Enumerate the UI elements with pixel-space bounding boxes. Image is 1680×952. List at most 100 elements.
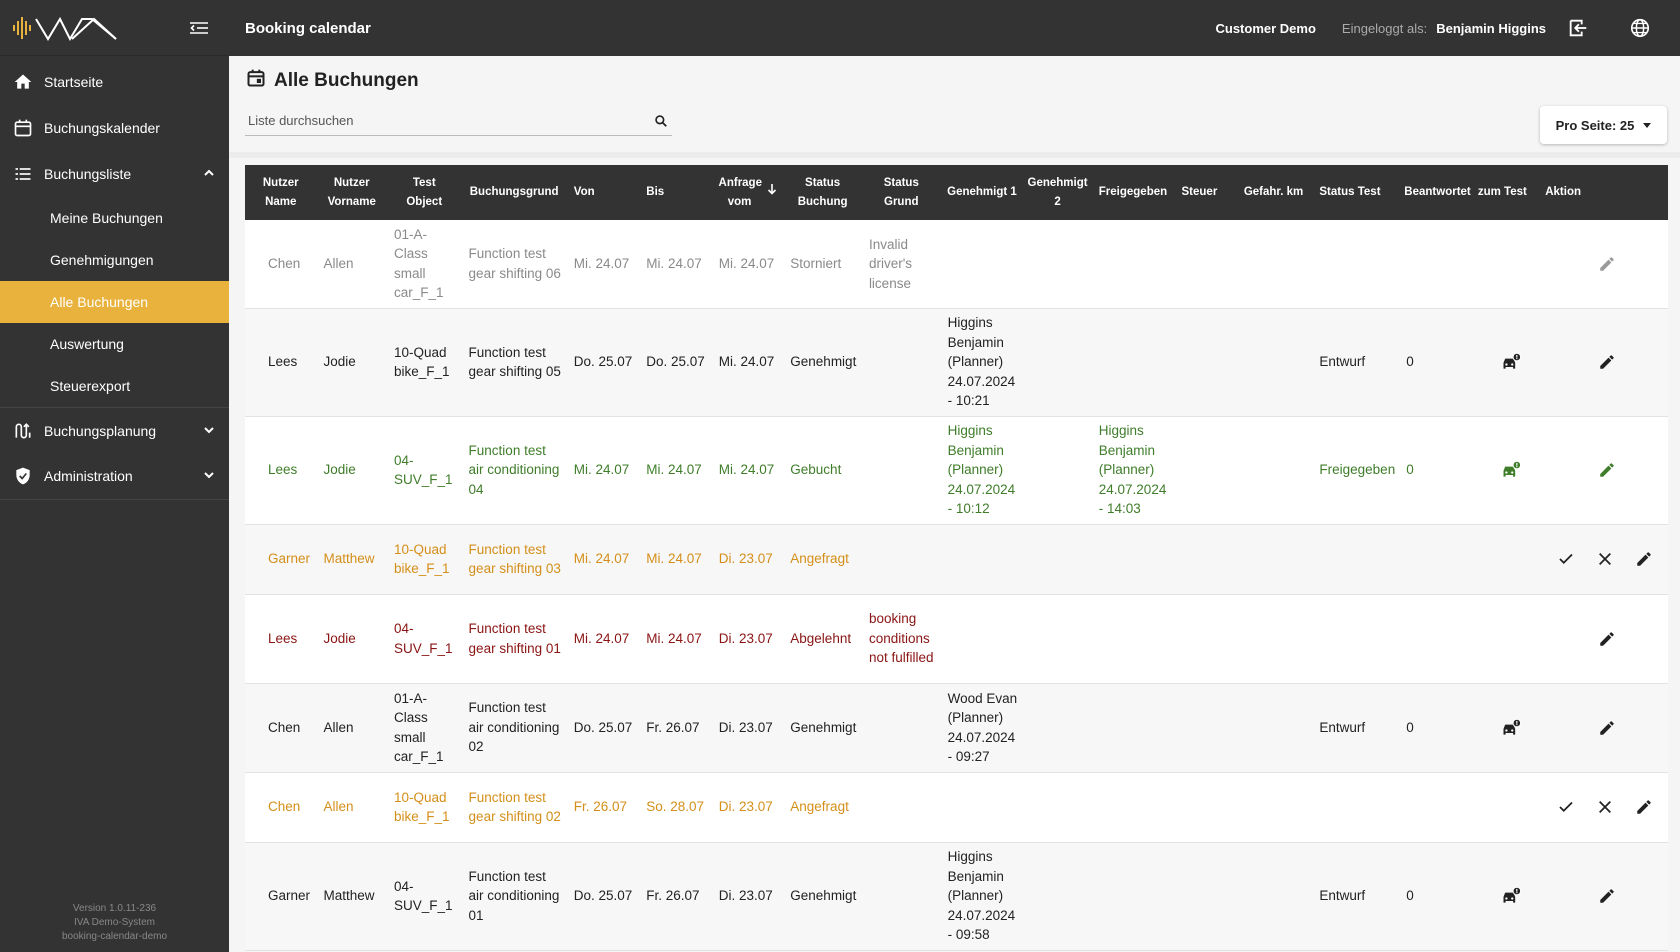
sidebar-subitem-alle-buchungen[interactable]: Alle Buchungen bbox=[0, 281, 229, 323]
sidebar-item-administration[interactable]: Administration bbox=[0, 453, 229, 499]
col-header-test-object[interactable]: Test Object bbox=[386, 165, 462, 220]
cell-test-object: 01-A-Class small car_F_1 bbox=[386, 220, 462, 309]
approve-check-icon[interactable] bbox=[1553, 794, 1579, 820]
col-header-status-grund[interactable]: Status Grund bbox=[861, 165, 941, 220]
table-row[interactable]: Lees Jodie 10-Quad bike_F_1 Function test g… bbox=[245, 308, 1668, 417]
cell-aktion bbox=[1543, 594, 1668, 684]
edit-pencil-icon[interactable] bbox=[1594, 715, 1620, 741]
sidebar-item-buchungskalender[interactable]: Buchungskalender bbox=[0, 105, 229, 151]
cell-genehmigt-2 bbox=[1023, 416, 1092, 525]
table-row[interactable]: Garner Matthew 10-Quad bike_F_1 Function te… bbox=[245, 524, 1668, 595]
reject-close-icon[interactable] bbox=[1592, 546, 1618, 572]
cell-nutzer-name: Chen bbox=[245, 772, 317, 843]
cell-bis: Mi. 24.07 bbox=[639, 524, 712, 595]
cell-status-buchung: Abgelehnt bbox=[783, 594, 862, 684]
cell-steuer bbox=[1174, 842, 1237, 951]
table-header-row: Nutzer Name Nutzer Vorname Test Object B… bbox=[245, 165, 1668, 220]
cell-test-object: 04-SUV_F_1 bbox=[386, 594, 462, 684]
col-header-genehmigt-1[interactable]: Genehmigt 1 bbox=[940, 165, 1024, 220]
search-input[interactable] bbox=[245, 113, 635, 128]
sidebar-subitem-meine-buchungen[interactable]: Meine Buchungen bbox=[0, 197, 229, 239]
sidebar-item-buchungsplanung[interactable]: Buchungsplanung bbox=[0, 407, 229, 453]
cell-bis: Mi. 24.07 bbox=[639, 416, 712, 525]
cell-gefahr-km bbox=[1236, 594, 1313, 684]
col-header-status-test[interactable]: Status Test bbox=[1312, 165, 1400, 220]
cell-steuer bbox=[1174, 683, 1237, 773]
cell-nutzer-name: Lees bbox=[245, 416, 317, 525]
reject-close-icon[interactable] bbox=[1592, 794, 1618, 820]
col-header-aktion[interactable]: Aktion bbox=[1543, 165, 1668, 220]
search-icon[interactable] bbox=[654, 114, 668, 133]
edit-pencil-icon[interactable] bbox=[1594, 626, 1620, 652]
cell-status-test: Entwurf bbox=[1312, 683, 1400, 773]
table-row[interactable]: Lees Jodie 04-SUV_F_1 Function test gear sh… bbox=[245, 594, 1668, 684]
cell-test-object: 01-A-Class small car_F_1 bbox=[386, 683, 462, 773]
cell-steuer bbox=[1174, 220, 1237, 309]
language-globe-icon[interactable] bbox=[1628, 16, 1652, 40]
cell-bis: Do. 25.07 bbox=[639, 308, 712, 417]
logout-icon[interactable] bbox=[1566, 16, 1590, 40]
go-to-test-car-icon[interactable] bbox=[1498, 349, 1524, 375]
cell-aktion bbox=[1543, 683, 1668, 773]
col-header-bis[interactable]: Bis bbox=[639, 165, 712, 220]
col-header-gefahr-km[interactable]: Gefahr. km bbox=[1236, 165, 1313, 220]
sidebar-subitem-auswertung[interactable]: Auswertung bbox=[0, 323, 229, 365]
table-row[interactable]: Lees Jodie 04-SUV_F_1 Function test air con… bbox=[245, 416, 1668, 525]
cell-buchungsgrund: Function test gear shifting 02 bbox=[461, 772, 567, 843]
col-header-nutzer-name[interactable]: Nutzer Name bbox=[245, 165, 317, 220]
sidebar-nav: Startseite Buchungskalender Buchungslist… bbox=[0, 59, 229, 500]
cell-status-buchung: Genehmigt bbox=[783, 308, 862, 417]
go-to-test-car-icon[interactable] bbox=[1498, 883, 1524, 909]
edit-pencil-icon[interactable] bbox=[1594, 883, 1620, 909]
go-to-test-car-icon[interactable] bbox=[1498, 457, 1524, 483]
edit-pencil-icon[interactable] bbox=[1631, 546, 1657, 572]
cell-bis: Fr. 26.07 bbox=[639, 683, 712, 773]
cell-status-test: Freigegeben bbox=[1312, 416, 1400, 525]
approve-check-icon[interactable] bbox=[1553, 546, 1579, 572]
col-header-beantwortet[interactable]: Beantwortet bbox=[1399, 165, 1476, 220]
sidebar-item-startseite[interactable]: Startseite bbox=[0, 59, 229, 105]
cell-freigegeben bbox=[1091, 594, 1175, 684]
cell-buchungsgrund: Function test gear shifting 03 bbox=[461, 524, 567, 595]
col-header-zum-test[interactable]: zum Test bbox=[1475, 165, 1544, 220]
cell-genehmigt-2 bbox=[1023, 220, 1092, 309]
col-header-status-buchung[interactable]: Status Buchung bbox=[783, 165, 862, 220]
cell-freigegeben bbox=[1091, 842, 1175, 951]
table-row[interactable]: Garner Matthew 04-SUV_F_1 Function test air… bbox=[245, 842, 1668, 951]
sidebar-subitem-steuerexport[interactable]: Steuerexport bbox=[0, 365, 229, 407]
cell-gefahr-km bbox=[1236, 683, 1313, 773]
col-header-genehmigt-2[interactable]: Genehmigt 2 bbox=[1023, 165, 1092, 220]
cell-freigegeben: Higgins Benjamin (Planner) 24.07.2024 - … bbox=[1091, 416, 1175, 525]
cell-genehmigt-2 bbox=[1023, 772, 1092, 843]
col-header-freigegeben[interactable]: Freigegeben bbox=[1091, 165, 1175, 220]
col-header-von[interactable]: Von bbox=[566, 165, 640, 220]
cell-bis: Fr. 26.07 bbox=[639, 842, 712, 951]
logo-row bbox=[0, 0, 229, 56]
cell-nutzer-vorname: Allen bbox=[316, 683, 387, 773]
cell-genehmigt-1: Higgins Benjamin (Planner) 24.07.2024 - … bbox=[940, 308, 1024, 417]
instance-line: booking-calendar-demo bbox=[61, 931, 168, 942]
sidebar-subitem-genehmigungen[interactable]: Genehmigungen bbox=[0, 239, 229, 281]
col-header-steuer[interactable]: Steuer bbox=[1174, 165, 1237, 220]
col-header-anfrage-vom[interactable]: Anfrage vom bbox=[711, 165, 784, 220]
cell-nutzer-name: Garner bbox=[245, 524, 317, 595]
top-bar: Booking calendar Customer Demo Eingelogg… bbox=[229, 0, 1680, 56]
table-row[interactable]: Chen Allen 01-A-Class small car_F_1 Functio… bbox=[245, 220, 1668, 309]
go-to-test-car-icon[interactable] bbox=[1498, 715, 1524, 741]
cell-anfrage-vom: Mi. 24.07 bbox=[711, 416, 784, 525]
col-header-nutzer-vorname[interactable]: Nutzer Vorname bbox=[316, 165, 387, 220]
chevron-up-icon bbox=[203, 166, 215, 182]
sidebar-item-buchungsliste[interactable]: Buchungsliste bbox=[0, 151, 229, 197]
customer-name: Customer Demo bbox=[1215, 20, 1316, 36]
cell-zum-test bbox=[1475, 594, 1544, 684]
edit-pencil-icon[interactable] bbox=[1594, 349, 1620, 375]
per-page-dropdown[interactable]: Pro Seite: 25 bbox=[1540, 106, 1667, 144]
edit-pencil-icon[interactable] bbox=[1594, 251, 1620, 277]
edit-pencil-icon[interactable] bbox=[1594, 457, 1620, 483]
edit-pencil-icon[interactable] bbox=[1631, 794, 1657, 820]
table-row[interactable]: Chen Allen 10-Quad bike_F_1 Function test g… bbox=[245, 772, 1668, 843]
table-row[interactable]: Chen Allen 01-A-Class small car_F_1 Functio… bbox=[245, 683, 1668, 773]
col-header-buchungsgrund[interactable]: Buchungsgrund bbox=[461, 165, 567, 220]
collapse-menu-icon[interactable] bbox=[188, 17, 210, 39]
chevron-down-icon bbox=[203, 423, 215, 439]
